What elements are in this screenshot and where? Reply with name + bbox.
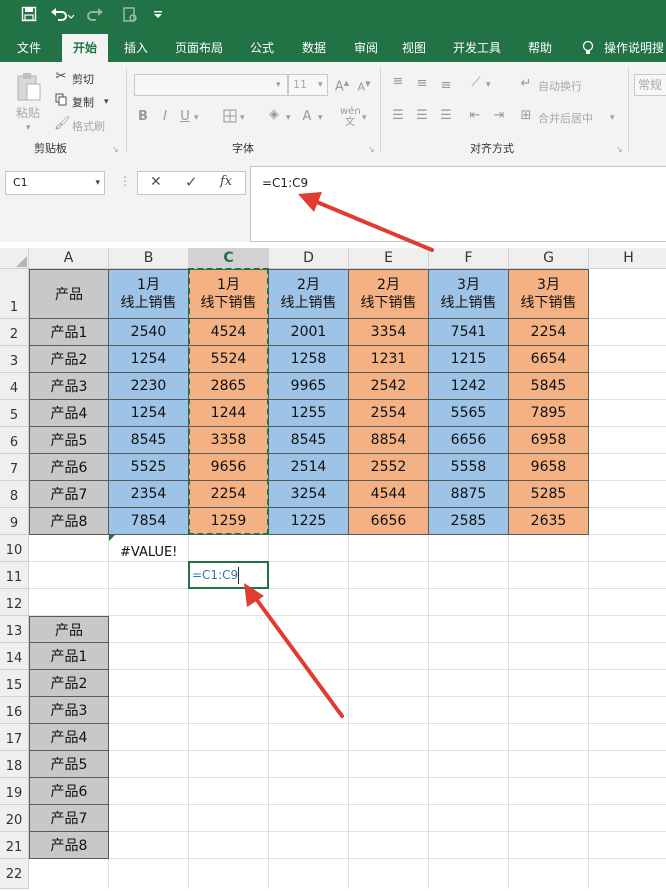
- arrow-to-active-cell: [244, 583, 344, 718]
- annotation-arrows: [244, 192, 434, 718]
- arrow-to-formula-bar: [298, 192, 434, 252]
